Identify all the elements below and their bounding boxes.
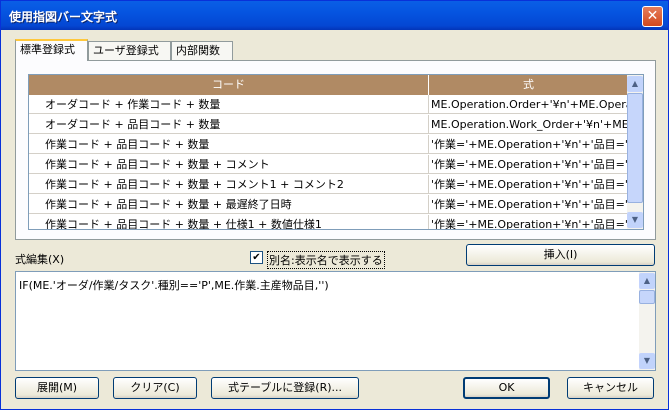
insert-button[interactable]: 挿入(I) bbox=[466, 244, 655, 266]
close-button[interactable]: ✕ bbox=[642, 6, 663, 27]
clear-button[interactable]: クリア(C) bbox=[113, 377, 197, 399]
dialog-window: 使用指図バー文字式 ✕ 標準登録式 ユーザ登録式 内部関数 コード 式 オーダコ… bbox=[0, 0, 669, 410]
table-row[interactable]: オーダコード + 品目コード + 数量 ME.Operation.Work_Ord… bbox=[29, 115, 629, 135]
title-bar[interactable]: 使用指図バー文字式 ✕ bbox=[1, 1, 668, 30]
table-row[interactable]: 作業コード + 品目コード + 数量 '作業='+ME.Operation+'¥n… bbox=[29, 135, 629, 155]
cell-code[interactable]: オーダコード + 作業コード + 数量 bbox=[29, 95, 429, 114]
cell-code[interactable]: 作業コード + 品目コード + 数量 bbox=[29, 135, 429, 154]
table-row[interactable]: オーダコード + 作業コード + 数量 ME.Operation.Order+'¥… bbox=[29, 95, 629, 115]
column-header-code[interactable]: コード bbox=[29, 75, 429, 95]
register-button[interactable]: 式テーブルに登録(R)... bbox=[211, 377, 359, 399]
cell-code[interactable]: 作業コード + 品目コード + 数量 + コメント1 + コメント2 bbox=[29, 175, 429, 194]
cell-code[interactable]: オーダコード + 品目コード + 数量 bbox=[29, 115, 429, 134]
cell-expression[interactable]: '作業='+ME.Operation+'¥n'+'品目='+ME. bbox=[429, 155, 629, 174]
tab-internal-functions[interactable]: 内部関数 bbox=[171, 41, 233, 60]
cancel-button[interactable]: キャンセル bbox=[567, 377, 654, 399]
window-title: 使用指図バー文字式 bbox=[9, 10, 118, 24]
alias-checkbox[interactable]: ✔ bbox=[250, 251, 263, 264]
alias-checkbox-label[interactable]: 別名:表示名で表示する bbox=[267, 251, 385, 269]
tab-user[interactable]: ユーザ登録式 bbox=[88, 41, 171, 60]
expression-table[interactable]: コード 式 オーダコード + 作業コード + 数量 ME.Operation.Or… bbox=[28, 74, 644, 230]
arrow-down-icon: ▼ bbox=[643, 356, 651, 365]
cell-expression[interactable]: '作業='+ME.Operation+'¥n'+'品目='+ME. bbox=[429, 195, 629, 214]
scroll-up-button[interactable]: ▲ bbox=[627, 76, 643, 92]
cell-expression[interactable]: '作業='+ME.Operation+'¥n'+'品目='+ME. bbox=[429, 175, 629, 194]
scroll-down-button[interactable]: ▼ bbox=[627, 212, 643, 228]
editor-scroll-down-button[interactable]: ▼ bbox=[639, 353, 655, 369]
table-scrollbar[interactable]: ▲ ▼ bbox=[627, 75, 643, 229]
table-header: コード 式 bbox=[29, 75, 629, 95]
cell-expression[interactable]: ME.Operation.Order+'¥n'+ME.Operation. bbox=[429, 95, 629, 114]
table-row[interactable]: 作業コード + 品目コード + 数量 + コメント '作業='+ME.Operat… bbox=[29, 155, 629, 175]
close-icon: ✕ bbox=[646, 8, 659, 24]
arrow-up-icon: ▲ bbox=[631, 79, 639, 88]
checkmark-icon: ✔ bbox=[252, 252, 261, 263]
cell-expression[interactable]: '作業='+ME.Operation+'¥n'+'品目='+ME. bbox=[429, 215, 629, 229]
cell-expression[interactable]: '作業='+ME.Operation+'¥n'+'品目='+ME. bbox=[429, 135, 629, 154]
arrow-up-icon: ▲ bbox=[643, 276, 651, 285]
editor-scroll-up-button[interactable]: ▲ bbox=[639, 273, 655, 289]
editor-scrollbar[interactable]: ▲ ▼ bbox=[639, 272, 655, 370]
cell-expression[interactable]: ME.Operation.Work_Order+'¥n'+ME.Ope bbox=[429, 115, 629, 134]
editor-scroll-thumb[interactable] bbox=[639, 290, 655, 304]
tab-standard[interactable]: 標準登録式 bbox=[15, 39, 88, 61]
scroll-thumb[interactable] bbox=[627, 93, 643, 203]
table-row[interactable]: 作業コード + 品目コード + 数量 + 仕様1 + 数値仕様1 '作業='+ME… bbox=[29, 215, 629, 229]
tab-panel: コード 式 オーダコード + 作業コード + 数量 ME.Operation.Or… bbox=[15, 60, 656, 240]
expression-editor[interactable]: IF(ME.'オーダ/作業/タスク'.種別=='P',ME.作業.主産物品目,'… bbox=[15, 271, 656, 371]
arrow-down-icon: ▼ bbox=[631, 215, 639, 224]
expand-button[interactable]: 展開(M) bbox=[15, 377, 99, 399]
cell-code[interactable]: 作業コード + 品目コード + 数量 + コメント bbox=[29, 155, 429, 174]
table-row[interactable]: 作業コード + 品目コード + 数量 + 最遅終了日時 '作業='+ME.Oper… bbox=[29, 195, 629, 215]
expression-editor-value[interactable]: IF(ME.'オーダ/作業/タスク'.種別=='P',ME.作業.主産物品目,'… bbox=[19, 277, 329, 293]
column-header-expression[interactable]: 式 bbox=[429, 75, 629, 95]
table-row[interactable]: 作業コード + 品目コード + 数量 + コメント1 + コメント2 '作業='+… bbox=[29, 175, 629, 195]
expression-edit-label: 式編集(X) bbox=[15, 253, 65, 266]
cell-code[interactable]: 作業コード + 品目コード + 数量 + 仕様1 + 数値仕様1 bbox=[29, 215, 429, 229]
cell-code[interactable]: 作業コード + 品目コード + 数量 + 最遅終了日時 bbox=[29, 195, 429, 214]
ok-button[interactable]: OK bbox=[463, 377, 550, 399]
